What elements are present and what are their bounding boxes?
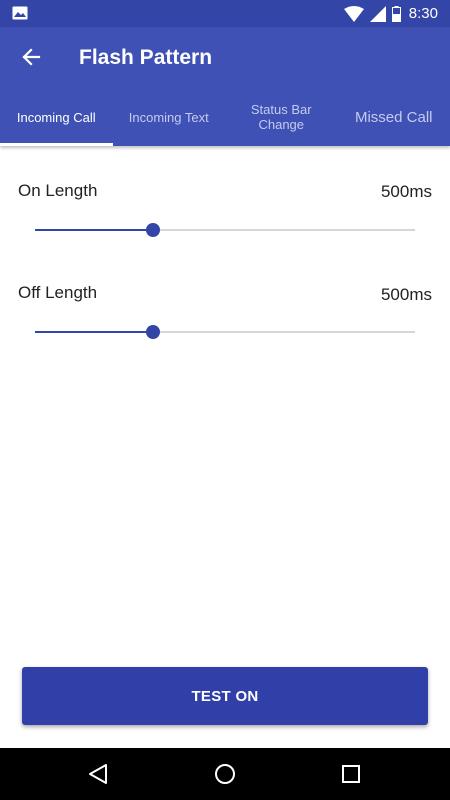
gallery-icon <box>12 6 28 20</box>
on-length-label: On Length <box>18 181 98 200</box>
nav-recents-button[interactable] <box>339 762 363 786</box>
nav-back-button[interactable] <box>86 762 110 786</box>
home-circle-icon <box>215 764 235 784</box>
status-clock: 8:30 <box>408 5 438 22</box>
off-length-label: Off Length <box>18 283 98 302</box>
slider-thumb[interactable] <box>145 223 160 237</box>
tab-bar: Incoming Call Incoming Text Status Bar C… <box>0 88 450 146</box>
on-length-value: 500ms <box>380 182 432 201</box>
tab-label: Incoming Text <box>128 109 209 125</box>
slider-fill <box>35 331 153 333</box>
tab-incoming-call[interactable]: Incoming Call <box>0 88 113 146</box>
app-bar: Flash Pattern <box>0 27 450 88</box>
tab-incoming-text[interactable]: Incoming Text <box>113 88 226 146</box>
status-bar: 8:30 <box>0 0 450 27</box>
back-triangle-icon <box>89 764 107 784</box>
status-icons: 8:30 <box>338 4 438 23</box>
wifi-icon <box>343 5 364 22</box>
battery-icon <box>391 5 401 22</box>
back-button[interactable] <box>14 40 48 74</box>
off-length-slider[interactable] <box>35 322 415 342</box>
tab-label: Status Bar Change <box>250 102 312 132</box>
tab-missed-call[interactable]: Missed Call <box>338 88 450 146</box>
arrow-back-icon <box>22 48 41 66</box>
tab-label: Missed Call <box>354 108 433 126</box>
navigation-bar <box>0 748 450 800</box>
slider-fill <box>35 229 153 231</box>
slider-thumb[interactable] <box>145 325 160 339</box>
screen: 8:30 Flash Pattern Incoming Call Incomin… <box>0 0 450 800</box>
nav-home-button[interactable] <box>213 762 237 786</box>
tab-status-bar-change[interactable]: Status Bar Change <box>225 88 338 146</box>
signal-icon <box>369 5 386 22</box>
off-length-value: 500ms <box>380 285 432 304</box>
page-title: Flash Pattern <box>79 46 213 69</box>
test-on-button[interactable]: TEST ON <box>22 667 428 725</box>
tab-label: Incoming Call <box>16 109 96 125</box>
on-length-slider[interactable] <box>35 220 415 240</box>
recents-square-icon <box>342 765 360 783</box>
